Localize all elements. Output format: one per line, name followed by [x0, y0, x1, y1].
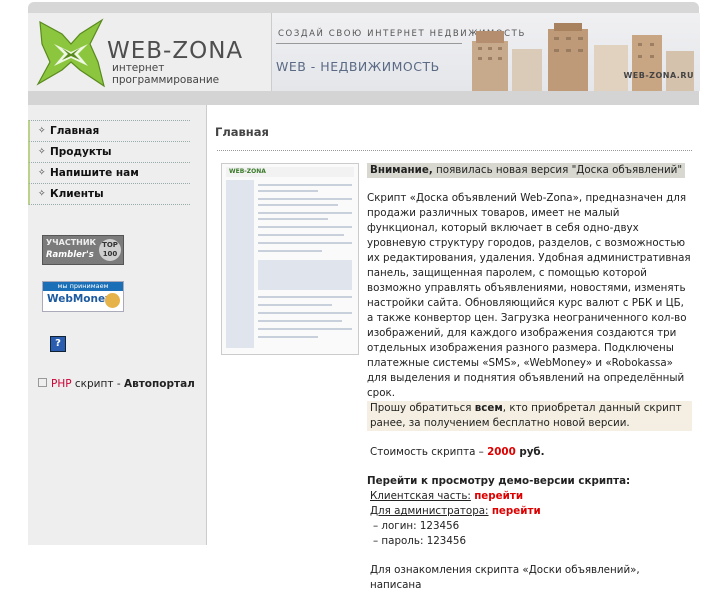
webmoney-coin-icon	[105, 293, 120, 308]
banner-url: WEB-ZONA.RU	[623, 71, 694, 80]
notice-bold: Внимание,	[370, 164, 433, 176]
banner-divider	[276, 43, 462, 44]
menu-item-label: Продукты	[50, 146, 112, 158]
main-menu: ✧ Главная ✧ Продукты ✧ Напишите нам ✧ Клиент…	[28, 120, 190, 205]
banner-title: WEB - НЕДВИЖИМОСТЬ	[276, 59, 440, 74]
thumbnail-logo: WEB-ZONA	[229, 168, 266, 175]
menu-item-products[interactable]: ✧ Продукты	[28, 141, 190, 162]
thumbnail-sidebar	[226, 180, 254, 348]
price-label: Стоимость скрипта –	[370, 446, 488, 458]
help-icon[interactable]: ?	[50, 336, 66, 352]
script-description: Скрипт «Доска объявлений Web-Zona», пред…	[367, 192, 691, 399]
menu-item-label: Главная	[50, 125, 100, 137]
menu-item-contact[interactable]: ✧ Напишите нам	[28, 162, 190, 183]
menu-bullet-icon: ✧	[38, 168, 46, 178]
logo-x-icon	[36, 18, 105, 88]
webmoney-badge[interactable]: мы принимаем WebMoney	[42, 281, 124, 312]
menu-bullet-icon: ✧	[38, 189, 46, 199]
webmoney-line2: WebMoney	[47, 293, 112, 305]
price-value: 2000	[487, 446, 516, 458]
square-bullet-icon	[38, 378, 47, 387]
header-banner: СОЗДАЙ СВОЮ ИНТЕРНЕТ НЕДВИЖИМОСТЬ WEB - …	[271, 13, 700, 91]
page-title: Главная	[215, 125, 269, 139]
password-line: – пароль: 123456	[373, 535, 466, 547]
request-bold: всем	[474, 402, 503, 414]
thumbnail-header: WEB-ZONA	[226, 167, 354, 177]
admin-demo-line: Для администратора: перейти	[367, 504, 692, 519]
logo-subtitle: интернет программирование	[112, 62, 220, 86]
rambler-line1: УЧАСТНИК	[46, 238, 97, 247]
autoportal-label: Автопортал	[123, 378, 195, 390]
request-pre: Прошу обратиться	[370, 402, 475, 414]
client-label: Клиентская часть:	[370, 490, 471, 502]
menu-bullet-icon: ✧	[38, 147, 46, 157]
notice-banner: Внимание, появилась новая версия "Доска …	[367, 163, 686, 178]
demo-heading: Перейти к просмотру демо-версии скрипта:	[367, 475, 631, 487]
logo[interactable]: WEB-ZONA интернет программирование	[28, 13, 271, 91]
main-content: Главная WEB-ZONA Внимание, появилась нов	[206, 105, 700, 591]
admin-demo-link[interactable]: перейти	[492, 505, 541, 517]
admin-label: Для администратора:	[370, 505, 489, 517]
page: WEB-ZONA интернет программирование СОЗДА…	[28, 0, 700, 591]
buildings-image	[472, 23, 694, 91]
sidebar: ✧ Главная ✧ Продукты ✧ Напишите нам ✧ Клиент…	[28, 105, 206, 545]
rambler-line2: Rambler's	[46, 250, 94, 260]
menu-item-home[interactable]: ✧ Главная	[28, 120, 190, 141]
menu-item-clients[interactable]: ✧ Клиенты	[28, 183, 190, 205]
upgrade-request: Прошу обратиться всем, кто приобретал да…	[367, 401, 692, 431]
top-bar	[28, 2, 699, 13]
client-demo-link[interactable]: перейти	[474, 490, 523, 502]
php-autoportal-link[interactable]: PHP скрипт - Автопортал	[38, 378, 195, 390]
price-currency: руб.	[515, 446, 545, 458]
menu-item-label: Клиенты	[50, 188, 104, 200]
rambler-top: TOP 100	[99, 239, 121, 261]
header-bottom-bar	[28, 91, 699, 105]
price-line: Стоимость скрипта – 2000 руб.	[367, 445, 692, 460]
php-middle: скрипт -	[71, 378, 124, 390]
rambler-top100-badge[interactable]: УЧАСТНИК Rambler's TOP 100	[42, 235, 124, 265]
title-divider	[217, 150, 692, 151]
login-line: – логин: 123456	[373, 520, 460, 532]
script-screenshot-thumbnail[interactable]: WEB-ZONA	[221, 163, 359, 355]
menu-bullet-icon: ✧	[38, 126, 46, 136]
notice-text: появилась новая версия "Доска объявлений…	[432, 164, 683, 176]
logo-text: WEB-ZONA	[107, 38, 244, 64]
menu-item-label: Напишите нам	[50, 167, 139, 179]
more-info-line: Для ознакомления скрипта «Доски объявлен…	[370, 564, 640, 591]
article-body: Внимание, появилась новая версия "Доска …	[367, 163, 692, 593]
webmoney-line1: мы принимаем	[43, 282, 123, 291]
php-label: PHP	[51, 378, 72, 390]
client-demo-line: Клиентская часть: перейти	[367, 489, 692, 504]
